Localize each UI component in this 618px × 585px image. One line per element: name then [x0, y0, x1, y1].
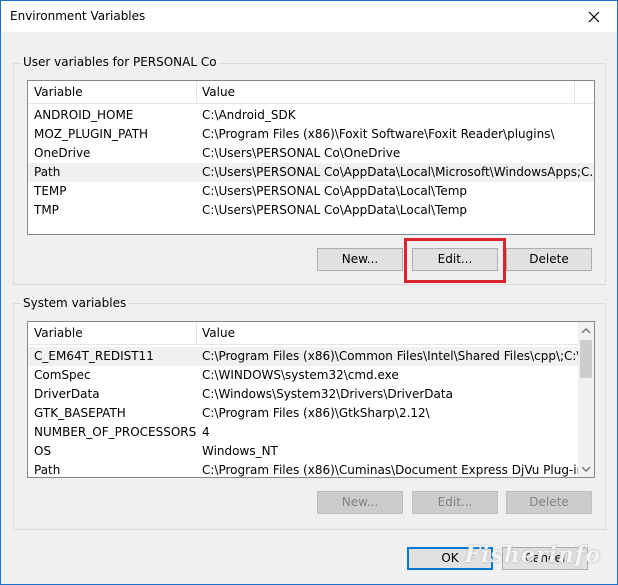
scroll-up-button[interactable] — [578, 322, 594, 338]
variable-name: ComSpec — [34, 368, 91, 382]
window-title: Environment Variables — [10, 9, 146, 23]
user-list-header: Variable Value — [28, 81, 594, 104]
edit-button-highlight-frame — [404, 238, 506, 283]
variable-name: NUMBER_OF_PROCESSORS — [34, 425, 197, 439]
close-icon — [588, 11, 600, 22]
chevron-up-icon — [582, 327, 590, 333]
column-separator[interactable] — [196, 81, 197, 103]
variable-name: TMP — [34, 203, 59, 217]
variable-name: ANDROID_HOME — [34, 108, 134, 122]
system-variables-list[interactable]: Variable Value C_EM64T_REDIST11 C:\Progra… — [27, 321, 595, 478]
watermark: Fisherinfo — [464, 542, 601, 568]
variable-value: C:\Program Files (x86)\Foxit Software\Fo… — [202, 127, 555, 141]
user-variable-row[interactable]: ANDROID_HOME C:\Android_SDK — [28, 106, 594, 125]
environment-variables-dialog: Environment Variables User variables for… — [0, 0, 618, 585]
scroll-thumb[interactable] — [580, 340, 592, 378]
user-new-button[interactable]: New... — [317, 248, 403, 271]
column-header-value[interactable]: Value — [202, 326, 235, 340]
variable-name: C_EM64T_REDIST11 — [34, 349, 154, 363]
column-header-variable[interactable]: Variable — [34, 85, 83, 99]
variable-value: C:\Program Files (x86)\GtkSharp\2.12\ — [202, 406, 430, 420]
system-variable-row[interactable]: OS Windows_NT — [28, 442, 594, 461]
variable-name: OS — [34, 444, 52, 458]
column-header-variable[interactable]: Variable — [34, 326, 83, 340]
system-variable-row[interactable]: Path C:\Program Files (x86)\Cuminas\Docum… — [28, 461, 595, 477]
column-header-value[interactable]: Value — [202, 85, 235, 99]
variable-value: C:\Program Files (x86)\Common Files\Inte… — [202, 349, 595, 363]
user-variable-row[interactable]: TMP C:\Users\PERSONAL Co\AppData\Local\Te… — [28, 201, 594, 220]
title-bar: Environment Variables — [1, 1, 617, 32]
variable-value: C:\Users\PERSONAL Co\AppData\Local\Temp — [202, 184, 468, 198]
variable-value: C:\Users\PERSONAL Co\AppData\Local\Micro… — [202, 165, 595, 179]
variable-name: GTK_BASEPATH — [34, 406, 126, 420]
system-variables-label: System variables — [21, 296, 129, 310]
variable-name: Path — [34, 463, 61, 477]
variable-value: C:\Program Files (x86)\Cuminas\Document … — [202, 463, 595, 477]
system-list-header: Variable Value — [28, 322, 594, 345]
user-variables-list[interactable]: Variable Value ANDROID_HOME C:\Android_SD… — [27, 80, 595, 235]
close-button[interactable] — [571, 1, 617, 32]
variable-value: 4 — [202, 425, 210, 439]
system-variable-row-selected[interactable]: C_EM64T_REDIST11 C:\Program Files (x86)\C… — [28, 347, 594, 366]
variable-value: C:\Android_SDK — [202, 108, 296, 122]
user-variable-row[interactable]: OneDrive C:\Users\PERSONAL Co\OneDrive — [28, 144, 594, 163]
column-separator[interactable] — [196, 322, 197, 344]
column-separator[interactable] — [574, 81, 575, 103]
system-variable-row[interactable]: ComSpec C:\WINDOWS\system32\cmd.exe — [28, 366, 594, 385]
variable-value: C:\Windows\System32\Drivers\DriverData — [202, 387, 453, 401]
chevron-down-icon — [582, 466, 590, 472]
variable-value: C:\WINDOWS\system32\cmd.exe — [202, 368, 399, 382]
variable-name: Path — [34, 165, 61, 179]
system-edit-button[interactable]: Edit... — [412, 491, 498, 514]
variable-name: DriverData — [34, 387, 100, 401]
user-variable-row[interactable]: MOZ_PLUGIN_PATH C:\Program Files (x86)\Fo… — [28, 125, 594, 144]
system-variable-row[interactable]: NUMBER_OF_PROCESSORS 4 — [28, 423, 594, 442]
system-variable-row[interactable]: GTK_BASEPATH C:\Program Files (x86)\GtkSh… — [28, 404, 594, 423]
user-variable-row-selected[interactable]: Path C:\Users\PERSONAL Co\AppData\Local\M… — [28, 163, 594, 182]
system-variable-row[interactable]: DriverData C:\Windows\System32\Drivers\Dr… — [28, 385, 594, 404]
variable-name: OneDrive — [34, 146, 91, 160]
user-delete-button[interactable]: Delete — [506, 248, 592, 271]
scroll-down-button[interactable] — [578, 461, 594, 477]
system-delete-button[interactable]: Delete — [506, 491, 592, 514]
variable-value: C:\Users\PERSONAL Co\AppData\Local\Temp — [202, 203, 468, 217]
variable-value: C:\Users\PERSONAL Co\OneDrive — [202, 146, 401, 160]
variable-name: TEMP — [34, 184, 67, 198]
variable-value: Windows_NT — [202, 444, 278, 458]
system-new-button[interactable]: New... — [317, 491, 403, 514]
system-list-scrollbar[interactable] — [578, 322, 594, 477]
variable-name: MOZ_PLUGIN_PATH — [34, 127, 149, 141]
user-variables-label: User variables for PERSONAL Co — [21, 55, 219, 69]
user-variable-row[interactable]: TEMP C:\Users\PERSONAL Co\AppData\Local\T… — [28, 182, 594, 201]
